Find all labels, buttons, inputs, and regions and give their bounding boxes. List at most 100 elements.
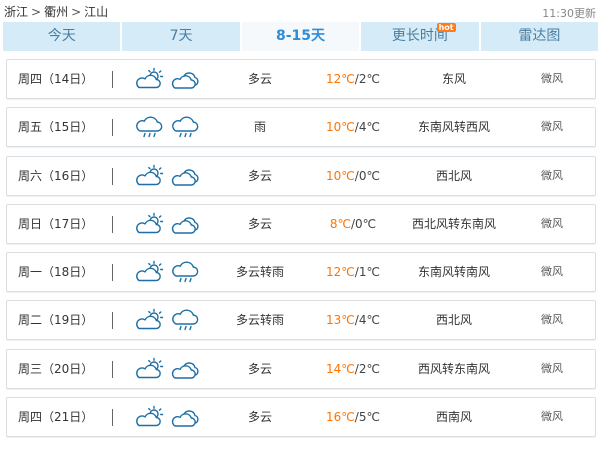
temperature-range: 12℃/2℃ xyxy=(325,60,381,98)
weather-icons xyxy=(135,115,201,139)
wind-level: 微风 xyxy=(541,313,563,327)
rain-icon xyxy=(171,260,201,284)
tab-label: 雷达图 xyxy=(518,28,561,44)
forecast-row: 周五（15日） 雨 10℃/4℃ 东南风转西风 微风 xyxy=(6,107,596,148)
partly-cloudy-icon xyxy=(135,164,165,188)
forecast-row: 周二（19日） 多云转雨 13℃/4℃ 西北风 微风 xyxy=(6,300,596,341)
breadcrumb: 浙江 > 衢州 > 江山 xyxy=(4,3,108,20)
high-temperature: 16℃ xyxy=(326,410,355,425)
tab-7-days[interactable]: 7天 xyxy=(122,22,240,51)
row-divider xyxy=(112,360,113,378)
weather-icons xyxy=(135,67,201,91)
row-divider xyxy=(112,264,113,282)
tab-label: 今天 xyxy=(47,28,76,44)
forecast-day: 周二（19日） xyxy=(18,313,94,328)
high-temperature: 12℃ xyxy=(326,265,355,280)
row-divider xyxy=(112,119,113,137)
weather-description: 多云 xyxy=(247,361,272,376)
tab-label: 8-15天 xyxy=(275,28,326,44)
update-time: 11:30更新 xyxy=(542,7,596,20)
rain-icon xyxy=(135,115,165,139)
weather-description: 多云转雨 xyxy=(235,265,284,280)
weather-icons xyxy=(135,212,201,236)
tab-radar[interactable]: 雷达图 xyxy=(480,22,599,51)
row-divider xyxy=(112,409,113,427)
forecast-row: 周四（14日） 多云 12℃/2℃ 东风 微风 xyxy=(6,59,596,99)
weather-description: 多云 xyxy=(247,168,272,183)
weather-description: 多云 xyxy=(247,216,272,231)
wind-level: 微风 xyxy=(541,72,563,85)
weather-icons xyxy=(135,405,201,429)
breadcrumb-city-link[interactable]: 衢州 xyxy=(44,5,68,19)
forecast-row: 周一（18日） 多云转雨 12℃/1℃ 东南风转南风 微风 xyxy=(6,252,596,293)
wind-direction: 东风 xyxy=(441,72,466,86)
wind-direction: 西北风转东南风 xyxy=(411,216,496,231)
low-temperature: 4℃ xyxy=(358,120,380,135)
wind-direction: 东南风转西风 xyxy=(417,120,490,135)
breadcrumb-separator: > xyxy=(71,5,82,19)
forecast-day: 周四（14日） xyxy=(18,72,94,86)
partly-cloudy-icon xyxy=(135,405,165,429)
row-divider xyxy=(112,71,113,88)
weather-description: 多云 xyxy=(247,410,272,425)
wind-direction: 西南风 xyxy=(435,410,472,425)
weather-description: 多云转雨 xyxy=(235,313,284,328)
high-temperature: 12℃ xyxy=(326,72,355,86)
cloudy-icon xyxy=(171,357,201,381)
low-temperature: 1℃ xyxy=(358,265,380,280)
wind-level: 微风 xyxy=(541,361,563,375)
forecast-tabs: 今天 7天 8-15天 更长时间 hot 雷达图 xyxy=(3,22,599,51)
temperature-range: 13℃/4℃ xyxy=(325,301,381,339)
partly-cloudy-icon xyxy=(135,260,165,284)
temperature-range: 10℃/4℃ xyxy=(325,108,381,146)
breadcrumb-separator: > xyxy=(31,5,42,19)
wind-direction: 西北风 xyxy=(435,313,472,328)
forecast-day: 周三（20日） xyxy=(18,361,94,376)
cloudy-icon xyxy=(171,67,201,91)
wind-level: 微风 xyxy=(541,216,563,230)
temperature-range: 10℃/0℃ xyxy=(325,157,381,195)
temperature-range: 16℃/5℃ xyxy=(325,398,381,436)
breadcrumb-province-link[interactable]: 浙江 xyxy=(4,5,28,19)
forecast-day: 周五（15日） xyxy=(18,120,94,135)
row-divider xyxy=(112,167,113,185)
low-temperature: 5℃ xyxy=(358,410,380,425)
partly-cloudy-icon xyxy=(135,67,165,91)
forecast-day: 周六（16日） xyxy=(18,168,94,183)
low-temperature: 0℃ xyxy=(358,168,380,183)
weather-description: 多云 xyxy=(247,72,272,86)
forecast-day: 周四（21日） xyxy=(18,410,94,425)
temperature-range: 14℃/2℃ xyxy=(325,350,381,388)
wind-level: 微风 xyxy=(541,168,563,182)
hot-badge: hot xyxy=(436,23,456,32)
forecast-day: 周日（17日） xyxy=(18,216,94,231)
rain-icon xyxy=(171,308,201,332)
row-divider xyxy=(112,215,113,233)
cloudy-icon xyxy=(171,405,201,429)
high-temperature: 8℃ xyxy=(329,216,351,231)
forecast-day: 周一（18日） xyxy=(18,265,94,280)
low-temperature: 2℃ xyxy=(358,361,380,376)
high-temperature: 10℃ xyxy=(326,120,355,135)
location-bar: 浙江 > 衢州 > 江山 11:30更新 xyxy=(0,0,600,21)
forecast-row: 周三（20日） 多云 14℃/2℃ 西风转东南风 微风 xyxy=(6,348,596,389)
wind-level: 微风 xyxy=(541,410,563,424)
temperature-range: 8℃/0℃ xyxy=(325,205,381,243)
forecast-row: 周四（21日） 多云 16℃/5℃ 西南风 微风 xyxy=(6,397,596,438)
high-temperature: 10℃ xyxy=(326,168,355,183)
breadcrumb-county: 江山 xyxy=(84,5,109,19)
weather-icons xyxy=(135,164,201,188)
weather-description: 雨 xyxy=(253,120,266,135)
wind-level: 微风 xyxy=(541,120,563,134)
tab-8-15-days[interactable]: 8-15天 xyxy=(241,22,360,51)
high-temperature: 14℃ xyxy=(326,361,355,376)
weather-icons xyxy=(135,260,201,284)
cloudy-icon xyxy=(171,212,201,236)
tab-today[interactable]: 今天 xyxy=(3,22,121,51)
partly-cloudy-icon xyxy=(135,357,165,381)
forecast-row: 周日（17日） 多云 8℃/0℃ 西北风转东南风 微风 xyxy=(6,203,596,244)
tab-longer-term[interactable]: 更长时间 hot xyxy=(361,22,479,51)
weather-icons xyxy=(135,308,201,332)
forecast-row: 周六（16日） 多云 10℃/0℃ 西北风 微风 xyxy=(6,155,596,196)
partly-cloudy-icon xyxy=(135,212,165,236)
